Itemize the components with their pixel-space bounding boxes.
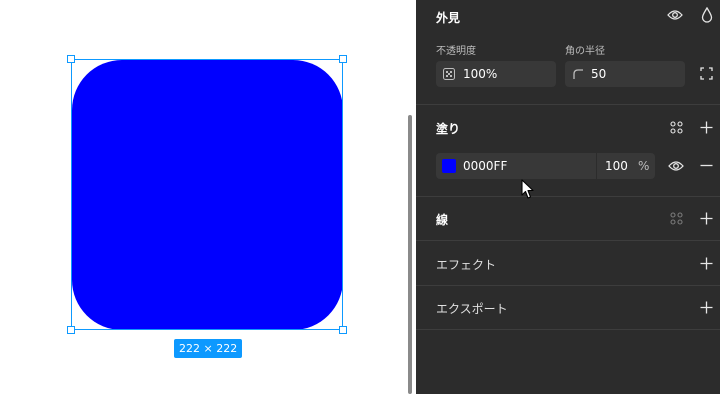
plus-icon[interactable]	[700, 212, 713, 225]
plus-icon[interactable]	[700, 257, 713, 270]
resize-handle-top-left[interactable]	[67, 55, 75, 63]
eye-icon[interactable]	[667, 8, 683, 22]
eye-icon[interactable]	[668, 159, 684, 173]
fill-title: 塗り	[436, 122, 461, 136]
independent-corners-icon[interactable]	[700, 67, 713, 80]
styles-grid-icon[interactable]	[670, 121, 683, 134]
resize-handle-bottom-left[interactable]	[67, 326, 75, 334]
section-divider	[416, 196, 720, 197]
corner-radius-field[interactable]: 50	[565, 61, 685, 87]
styles-grid-icon[interactable]	[670, 212, 683, 225]
appearance-title: 外見	[436, 11, 461, 25]
resize-handle-bottom-right[interactable]	[339, 326, 347, 334]
plus-icon[interactable]	[700, 121, 713, 134]
opacity-value[interactable]: 100%	[463, 67, 497, 81]
corner-radius-label: 角の半径	[565, 46, 605, 57]
corner-radius-value[interactable]: 50	[591, 67, 606, 81]
opacity-icon	[443, 68, 455, 80]
effects-title[interactable]: エフェクト	[436, 256, 496, 273]
drop-icon[interactable]	[701, 7, 713, 23]
fill-color-swatch[interactable]	[442, 159, 456, 173]
fill-hex-value[interactable]: 0000FF	[463, 159, 507, 173]
section-divider	[416, 329, 720, 330]
stroke-title: 線	[436, 213, 449, 227]
resize-handle-top-right[interactable]	[339, 55, 347, 63]
cursor-icon	[521, 179, 534, 199]
minus-icon[interactable]	[700, 159, 713, 172]
fill-opacity-unit: %	[638, 159, 650, 173]
vertical-scrollbar[interactable]	[408, 115, 412, 394]
canvas[interactable]: 222 × 222	[0, 0, 416, 394]
corner-radius-icon	[573, 69, 583, 79]
selection-frame	[71, 59, 343, 330]
export-title[interactable]: エクスポート	[436, 300, 508, 317]
section-divider	[416, 285, 720, 286]
section-divider	[416, 104, 720, 105]
properties-panel: 外見 不透明度 角の半径 100% 50 塗り 0000FF 100 % 線 エ…	[416, 0, 720, 394]
fill-opacity-value[interactable]: 100	[605, 159, 628, 173]
fill-field-separator	[596, 153, 597, 179]
size-label: 222 × 222	[174, 339, 243, 358]
opacity-field[interactable]: 100%	[436, 61, 556, 87]
opacity-label: 不透明度	[436, 46, 476, 57]
section-divider	[416, 240, 720, 241]
fill-row[interactable]: 0000FF 100 %	[436, 153, 655, 179]
plus-icon[interactable]	[700, 301, 713, 314]
